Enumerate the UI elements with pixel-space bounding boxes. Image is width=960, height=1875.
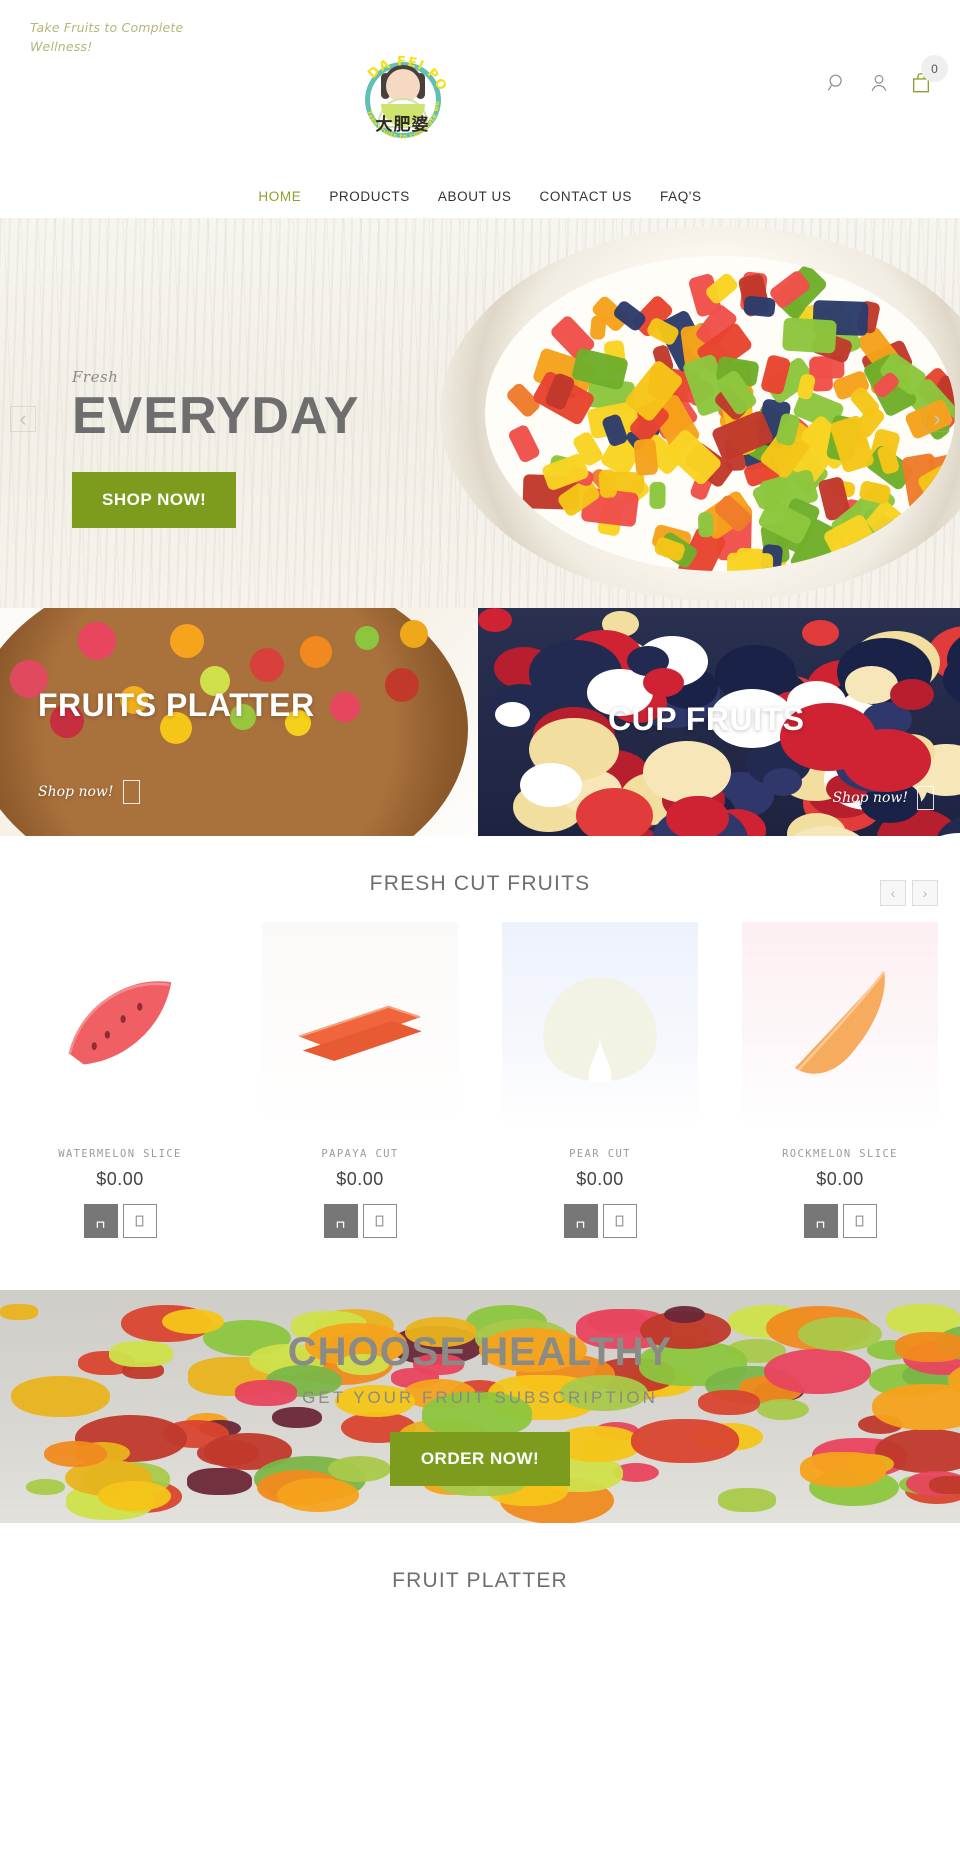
- fruit-platter-section: FRUIT PLATTER: [0, 1523, 960, 1613]
- cart-button[interactable]: 0: [910, 55, 948, 94]
- product-price: $0.00: [816, 1169, 864, 1189]
- eye-icon: [855, 1215, 864, 1227]
- logo-chinese-name: 大肥婆: [375, 115, 430, 135]
- site-tagline: Take Fruits to Complete Wellness!: [30, 20, 184, 54]
- promo-link-fruits-platter[interactable]: Shop now!: [38, 780, 140, 804]
- arrow-right-icon: [917, 786, 934, 810]
- product-name: PAPAYA CUT: [321, 1148, 399, 1160]
- quick-view-button[interactable]: [842, 1204, 877, 1238]
- quick-view-button[interactable]: [602, 1204, 637, 1238]
- hero-fruit-bowl-image: [440, 226, 960, 601]
- section-title-fresh-cut-fruits: FRESH CUT FRUITS: [369, 872, 591, 895]
- product-image-watermelon-slice: [22, 922, 218, 1130]
- hero-prev-arrow[interactable]: ‹: [10, 406, 36, 432]
- add-to-cart-button[interactable]: [323, 1204, 358, 1238]
- product-card[interactable]: PAPAYA CUT $0.00: [240, 922, 480, 1238]
- product-image-pear-cut: [502, 922, 698, 1130]
- order-now-button[interactable]: ORDER NOW!: [389, 1432, 571, 1486]
- cta-heading: CHOOSE HEALTHY: [287, 1330, 673, 1374]
- product-card[interactable]: WATERMELON SLICE $0.00: [0, 922, 240, 1238]
- product-section: FRESH CUT FRUITS ‹ › WATERMELON SLICE $0…: [0, 836, 960, 1290]
- watermelon-slice-icon: [67, 981, 171, 1065]
- product-actions: [720, 1204, 960, 1238]
- hero-eyebrow: Fresh: [72, 368, 119, 386]
- eye-icon: [615, 1215, 624, 1227]
- nav-item-about-us[interactable]: ABOUT US: [438, 189, 512, 204]
- arrow-right-icon: [122, 780, 140, 804]
- hero-next-arrow[interactable]: ›: [924, 406, 950, 432]
- pear-cut-icon: [543, 977, 657, 1082]
- product-card[interactable]: ROCKMELON SLICE $0.00: [720, 922, 960, 1238]
- product-price: $0.00: [96, 1169, 144, 1189]
- section-title-fruit-platter: FRUIT PLATTER: [392, 1569, 568, 1592]
- header-actions: 0: [826, 55, 948, 94]
- product-actions: [240, 1204, 480, 1238]
- nav-item-home[interactable]: HOME: [258, 189, 301, 204]
- product-actions: [480, 1204, 720, 1238]
- product-price: $0.00: [576, 1169, 624, 1189]
- product-next-arrow[interactable]: ›: [912, 880, 938, 906]
- cart-icon: [336, 1221, 345, 1228]
- cart-icon: [816, 1221, 825, 1228]
- product-actions: [0, 1204, 240, 1238]
- product-name: ROCKMELON SLICE: [782, 1148, 898, 1160]
- account-icon[interactable]: [868, 72, 890, 94]
- search-icon[interactable]: [826, 72, 848, 94]
- site-header: Take Fruits to Complete Wellness! DA FEI…: [0, 0, 960, 218]
- main-navigation: HOME PRODUCTS ABOUT US CONTACT US FAQ'S: [0, 175, 960, 217]
- nav-item-faqs[interactable]: FAQ'S: [660, 189, 702, 204]
- promo-link-label: Shop now!: [832, 790, 908, 806]
- papaya-cut-icon: [298, 1005, 422, 1061]
- add-to-cart-button[interactable]: [803, 1204, 838, 1238]
- hero-banner: Fresh EVERYDAY SHOP NOW! ‹ ›: [0, 218, 960, 608]
- hero-copy: Fresh EVERYDAY SHOP NOW!: [72, 368, 359, 528]
- promo-tile-cup-fruits[interactable]: CUP FRUITS Shop now!: [478, 608, 960, 836]
- eye-icon: [135, 1215, 144, 1227]
- product-row: WATERMELON SLICE $0.00 PAPAYA CUT $0.00 …: [0, 922, 960, 1238]
- nav-item-contact-us[interactable]: CONTACT US: [539, 189, 632, 204]
- add-to-cart-button[interactable]: [83, 1204, 118, 1238]
- hero-shop-now-button[interactable]: SHOP NOW!: [72, 472, 237, 528]
- product-name: WATERMELON SLICE: [58, 1148, 182, 1160]
- promo-title-fruits-platter: FRUITS PLATTER: [38, 687, 315, 723]
- product-image-papaya-cut: [262, 922, 458, 1130]
- nav-item-products[interactable]: PRODUCTS: [329, 189, 410, 204]
- product-prev-arrow[interactable]: ‹: [880, 880, 906, 906]
- promo-title-cup-fruits: CUP FRUITS: [608, 701, 805, 737]
- site-logo[interactable]: DA FEI PO Take fruits to complete wellne…: [355, 52, 450, 147]
- eye-icon: [375, 1215, 384, 1227]
- cart-count-badge: 0: [921, 55, 948, 82]
- product-image-rockmelon-slice: [742, 922, 938, 1130]
- cta-copy: CHOOSE HEALTHY GET YOUR FRUIT SUBSCRIPTI…: [0, 1332, 960, 1486]
- product-price: $0.00: [336, 1169, 384, 1189]
- hero-title: EVERYDAY: [72, 387, 360, 445]
- rockmelon-slice-icon: [794, 970, 885, 1074]
- cart-icon: [576, 1221, 585, 1228]
- promo-link-cup-fruits[interactable]: Shop now!: [832, 786, 934, 810]
- product-card[interactable]: PEAR CUT $0.00: [480, 922, 720, 1238]
- subscription-cta-banner: CHOOSE HEALTHY GET YOUR FRUIT SUBSCRIPTI…: [0, 1290, 960, 1523]
- quick-view-button[interactable]: [362, 1204, 397, 1238]
- cart-icon: [96, 1221, 105, 1228]
- product-name: PEAR CUT: [569, 1148, 631, 1160]
- cta-subheading: GET YOUR FRUIT SUBSCRIPTION: [302, 1388, 658, 1407]
- product-carousel-nav: ‹ ›: [880, 880, 938, 906]
- promo-link-label: Shop now!: [38, 784, 114, 800]
- promo-tile-fruits-platter[interactable]: FRUITS PLATTER Shop now!: [0, 608, 478, 836]
- quick-view-button[interactable]: [122, 1204, 157, 1238]
- add-to-cart-button[interactable]: [563, 1204, 598, 1238]
- promo-tiles: FRUITS PLATTER Shop now! CUP FRUITS Shop…: [0, 608, 960, 836]
